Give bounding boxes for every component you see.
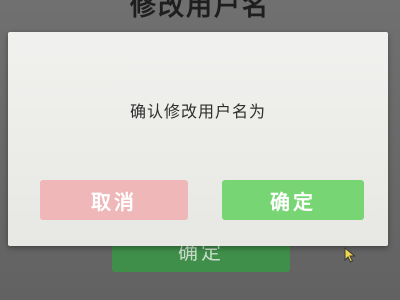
dialog-message: 确认修改用户名为 <box>129 102 266 121</box>
confirm-button[interactable]: 确定 <box>222 180 364 220</box>
cancel-button[interactable]: 取消 <box>40 180 188 220</box>
mouse-cursor-icon <box>344 247 356 263</box>
page-title: 修改用户名 <box>129 0 270 22</box>
confirm-dialog: 确认修改用户名为 取消 确定 <box>8 32 388 246</box>
app-screen: 修改用户名 确定 确认修改用户名为 取消 确定 <box>0 0 400 300</box>
